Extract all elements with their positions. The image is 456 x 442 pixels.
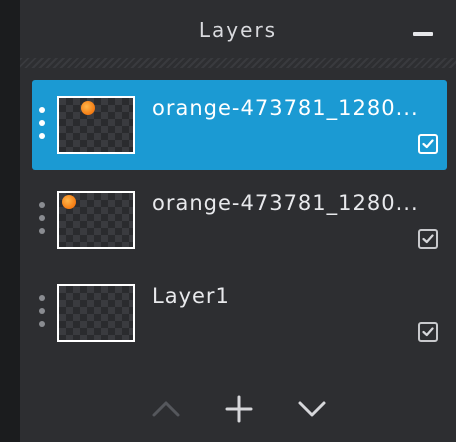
layer-row[interactable]: orange-473781_1280... xyxy=(32,80,447,170)
drag-handle-icon[interactable] xyxy=(38,107,46,143)
layer-row[interactable]: Layer1 xyxy=(32,268,447,358)
check-icon xyxy=(422,234,434,244)
layers-footer xyxy=(20,385,456,435)
visibility-checkbox[interactable] xyxy=(418,322,438,342)
layer-name: Layer1 xyxy=(152,284,230,308)
check-icon xyxy=(422,327,434,337)
layer-name: orange-473781_1280... xyxy=(152,96,419,120)
check-icon xyxy=(422,139,434,149)
layer-thumbnail xyxy=(57,96,135,154)
minimize-icon[interactable] xyxy=(413,32,433,36)
move-layer-down-button[interactable] xyxy=(296,393,328,425)
plus-icon xyxy=(225,395,253,423)
layer-thumbnail xyxy=(57,284,135,342)
orange-icon xyxy=(81,101,95,115)
visibility-checkbox[interactable] xyxy=(418,229,438,249)
visibility-checkbox[interactable] xyxy=(418,134,438,154)
left-divider xyxy=(0,0,20,442)
layers-panel: Layers orange-473781_1280... orange-4737… xyxy=(20,0,456,442)
chevron-down-icon xyxy=(298,401,326,417)
layer-name: orange-473781_1280... xyxy=(152,191,419,215)
drag-handle-icon[interactable] xyxy=(38,202,46,238)
move-layer-up-button[interactable] xyxy=(150,393,182,425)
layer-thumbnail xyxy=(57,191,135,249)
add-layer-button[interactable] xyxy=(223,393,255,425)
layer-row[interactable]: orange-473781_1280... xyxy=(32,175,447,265)
drag-handle-icon[interactable] xyxy=(38,295,46,331)
panel-header: Layers xyxy=(20,0,456,60)
chevron-up-icon xyxy=(152,401,180,417)
panel-grip[interactable] xyxy=(20,58,456,68)
panel-title: Layers xyxy=(198,18,278,42)
orange-icon xyxy=(62,195,76,209)
